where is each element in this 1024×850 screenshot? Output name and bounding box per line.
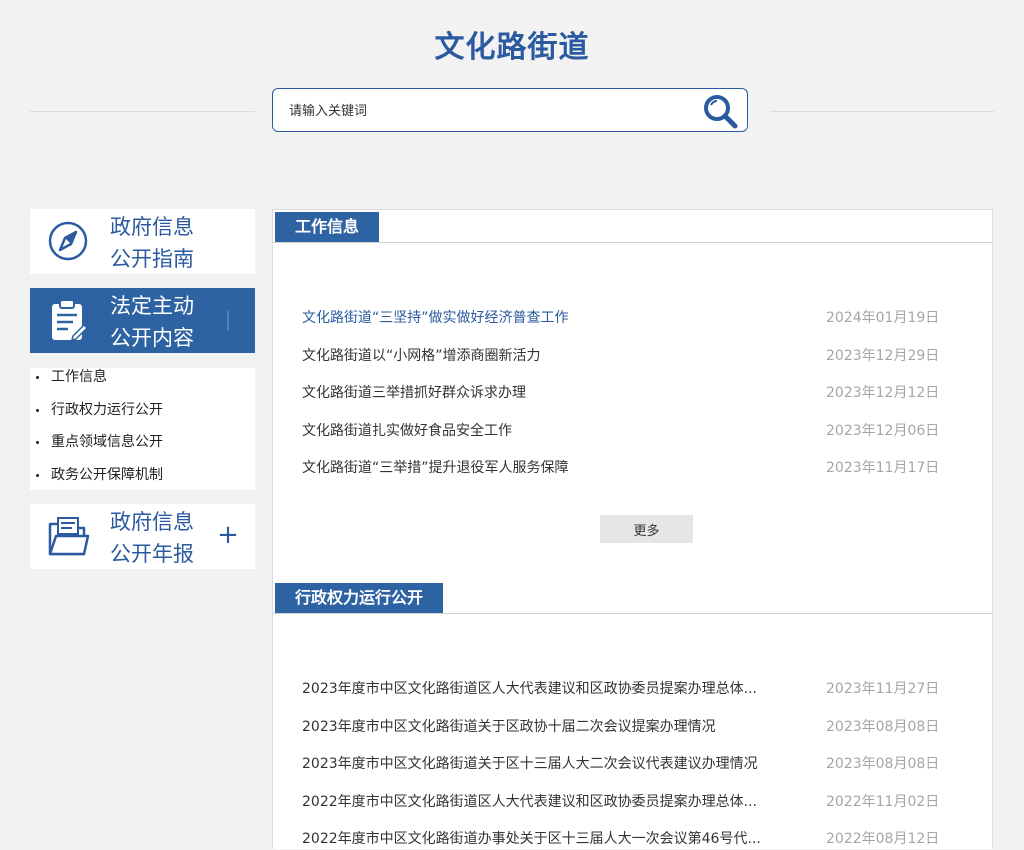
news-title[interactable]: 文化路街道扎实做好食品安全工作 [302, 420, 802, 442]
search-bar [272, 88, 748, 132]
news-title[interactable]: 文化路街道“三举措”提升退役军人服务保障 [302, 457, 802, 479]
sidebar-card-content[interactable]: 法定主动 公开内容 | [30, 288, 255, 353]
sidebar-card-label: 政府信息 公开年报 [110, 506, 220, 570]
news-row[interactable]: 2023年度市中区文化路街道关于区政协十届二次会议提案办理情况 2023年08月… [302, 716, 962, 738]
news-title[interactable]: 文化路街道以“小网格”增添商圈新活力 [302, 345, 802, 367]
sub-item-work-info[interactable]: 工作信息 [30, 368, 255, 401]
news-date: 2023年08月08日 [826, 719, 940, 735]
folder-icon [48, 517, 90, 556]
news-date: 2023年12月06日 [826, 423, 940, 439]
main-panel: 工作信息 文化路街道“三坚持”做实做好经济普查工作 2024年01月19日 文化… [272, 209, 993, 849]
sub-item-guarantee[interactable]: 政务公开保障机制 [30, 466, 255, 499]
news-title[interactable]: 文化路街道三举措抓好群众诉求办理 [302, 382, 802, 404]
news-row[interactable]: 文化路街道“三举措”提升退役军人服务保障 2023年11月17日 [302, 457, 962, 479]
news-date: 2023年12月12日 [826, 385, 940, 401]
news-title[interactable]: 2022年度市中区文化路街道区人大代表建议和区政协委员提案办理总体... [302, 791, 802, 813]
news-date: 2023年08月08日 [826, 756, 940, 772]
news-row[interactable]: 文化路街道三举措抓好群众诉求办理 2023年12月12日 [302, 382, 962, 404]
news-row[interactable]: 文化路街道“三坚持”做实做好经济普查工作 2024年01月19日 [302, 307, 962, 329]
expand-toggle[interactable]: + [216, 520, 240, 550]
sub-menu: 工作信息 行政权力运行公开 重点领域信息公开 政务公开保障机制 [30, 368, 255, 490]
clipboard-icon [52, 299, 89, 342]
news-date: 2022年08月12日 [826, 831, 940, 847]
label-line1: 政府信息 [110, 510, 194, 534]
label-line1: 法定主动 [110, 294, 194, 318]
news-date: 2022年11月02日 [826, 794, 940, 810]
site-title: 文化路街道 [434, 30, 590, 65]
news-row[interactable]: 2022年度市中区文化路街道办事处关于区十三届人大一次会议第46号代... 20… [302, 828, 962, 850]
news-title[interactable]: 2023年度市中区文化路街道关于区十三届人大二次会议代表建议办理情况 [302, 753, 802, 775]
news-row[interactable]: 2023年度市中区文化路街道区人大代表建议和区政协委员提案办理总体... 202… [302, 678, 962, 700]
news-row[interactable]: 文化路街道扎实做好食品安全工作 2023年12月06日 [302, 420, 962, 442]
label-line2: 公开内容 [110, 326, 194, 350]
label-line1: 政府信息 [110, 215, 194, 239]
news-row[interactable]: 2023年度市中区文化路街道关于区十三届人大二次会议代表建议办理情况 2023年… [302, 753, 962, 775]
sidebar-card-label: 政府信息 公开指南 [110, 211, 220, 275]
news-date: 2023年12月29日 [826, 348, 940, 364]
news-title[interactable]: 文化路街道“三坚持”做实做好经济普查工作 [302, 307, 802, 329]
news-date: 2023年11月17日 [826, 460, 940, 476]
more-button[interactable]: 更多 [600, 515, 693, 543]
sidebar-card-annual-report[interactable]: 政府信息 公开年报 + [30, 504, 255, 569]
compass-icon [48, 221, 88, 261]
news-title[interactable]: 2022年度市中区文化路街道办事处关于区十三届人大一次会议第46号代... [302, 828, 802, 850]
section-tab-admin-power[interactable]: 行政权力运行公开 [275, 583, 444, 613]
news-date: 2024年01月19日 [826, 310, 940, 326]
news-title[interactable]: 2023年度市中区文化路街道关于区政协十届二次会议提案办理情况 [302, 716, 802, 738]
search-icon[interactable] [701, 92, 741, 130]
section-header: 工作信息 [273, 210, 992, 243]
label-line2: 公开指南 [110, 247, 194, 271]
sub-item-key-areas[interactable]: 重点领域信息公开 [30, 433, 255, 466]
search-input[interactable] [287, 97, 691, 125]
divider-right [770, 111, 994, 112]
sidebar-card-guide[interactable]: 政府信息 公开指南 [30, 209, 255, 274]
section-header: 行政权力运行公开 [273, 581, 992, 614]
section-tab-work-info[interactable]: 工作信息 [275, 212, 380, 242]
news-date: 2023年11月27日 [826, 681, 940, 697]
sidebar-card-label: 法定主动 公开内容 [110, 290, 220, 354]
news-title[interactable]: 2023年度市中区文化路街道区人大代表建议和区政协委员提案办理总体... [302, 678, 802, 700]
label-line2: 公开年报 [110, 542, 194, 566]
collapse-toggle[interactable]: | [216, 304, 240, 334]
divider-left [30, 111, 255, 112]
news-row[interactable]: 2022年度市中区文化路街道区人大代表建议和区政协委员提案办理总体... 202… [302, 791, 962, 813]
sub-item-admin-power[interactable]: 行政权力运行公开 [30, 401, 255, 434]
news-row[interactable]: 文化路街道以“小网格”增添商圈新活力 2023年12月29日 [302, 345, 962, 367]
